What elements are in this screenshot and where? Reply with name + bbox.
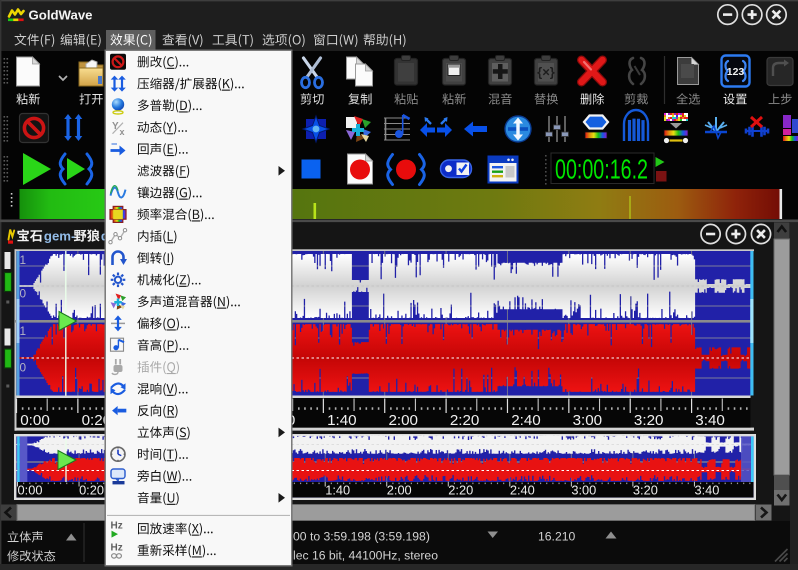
svg-text:2:40: 2:40 [511, 412, 541, 429]
svg-text:0:00: 0:00 [20, 412, 50, 429]
svg-text:0:20: 0:20 [79, 483, 104, 498]
svg-text:2:00: 2:00 [388, 412, 418, 429]
svg-text:3:20: 3:20 [634, 412, 664, 429]
svg-text:00:00:16.2: 00:00:16.2 [555, 154, 648, 185]
svg-text:2:20: 2:20 [448, 483, 473, 498]
svg-text:lec 16 bit, 44100Hz, stereo: lec 16 bit, 44100Hz, stereo [293, 549, 438, 563]
svg-text:Hz: Hz [111, 542, 123, 553]
svg-text:{×}: {×} [537, 65, 555, 80]
svg-text:2:40: 2:40 [510, 483, 535, 498]
svg-text:3:00: 3:00 [571, 483, 596, 498]
svg-text:0:00: 0:00 [18, 483, 43, 498]
svg-text:x: x [120, 127, 125, 137]
svg-text:1:40: 1:40 [325, 483, 350, 498]
svg-text:3:40: 3:40 [694, 483, 719, 498]
svg-text:gem-: gem- [44, 229, 76, 244]
svg-text:1: 1 [20, 253, 27, 267]
svg-text:123: 123 [727, 66, 745, 78]
svg-text:2:20: 2:20 [450, 412, 480, 429]
svg-text:16.210: 16.210 [538, 530, 575, 544]
svg-text:0: 0 [20, 361, 27, 375]
svg-text:1: 1 [20, 324, 27, 338]
svg-text:3:40: 3:40 [695, 412, 725, 429]
svg-text:GoldWave: GoldWave [29, 8, 93, 23]
svg-text:2:00: 2:00 [387, 483, 412, 498]
svg-text:00 to 3:59.198 (3:59.198): 00 to 3:59.198 (3:59.198) [293, 530, 430, 544]
svg-text:Hz: Hz [111, 521, 123, 532]
svg-text:3:00: 3:00 [573, 412, 603, 429]
svg-text:1:40: 1:40 [327, 412, 357, 429]
svg-text:3:20: 3:20 [633, 483, 658, 498]
svg-text:0: 0 [20, 287, 27, 301]
